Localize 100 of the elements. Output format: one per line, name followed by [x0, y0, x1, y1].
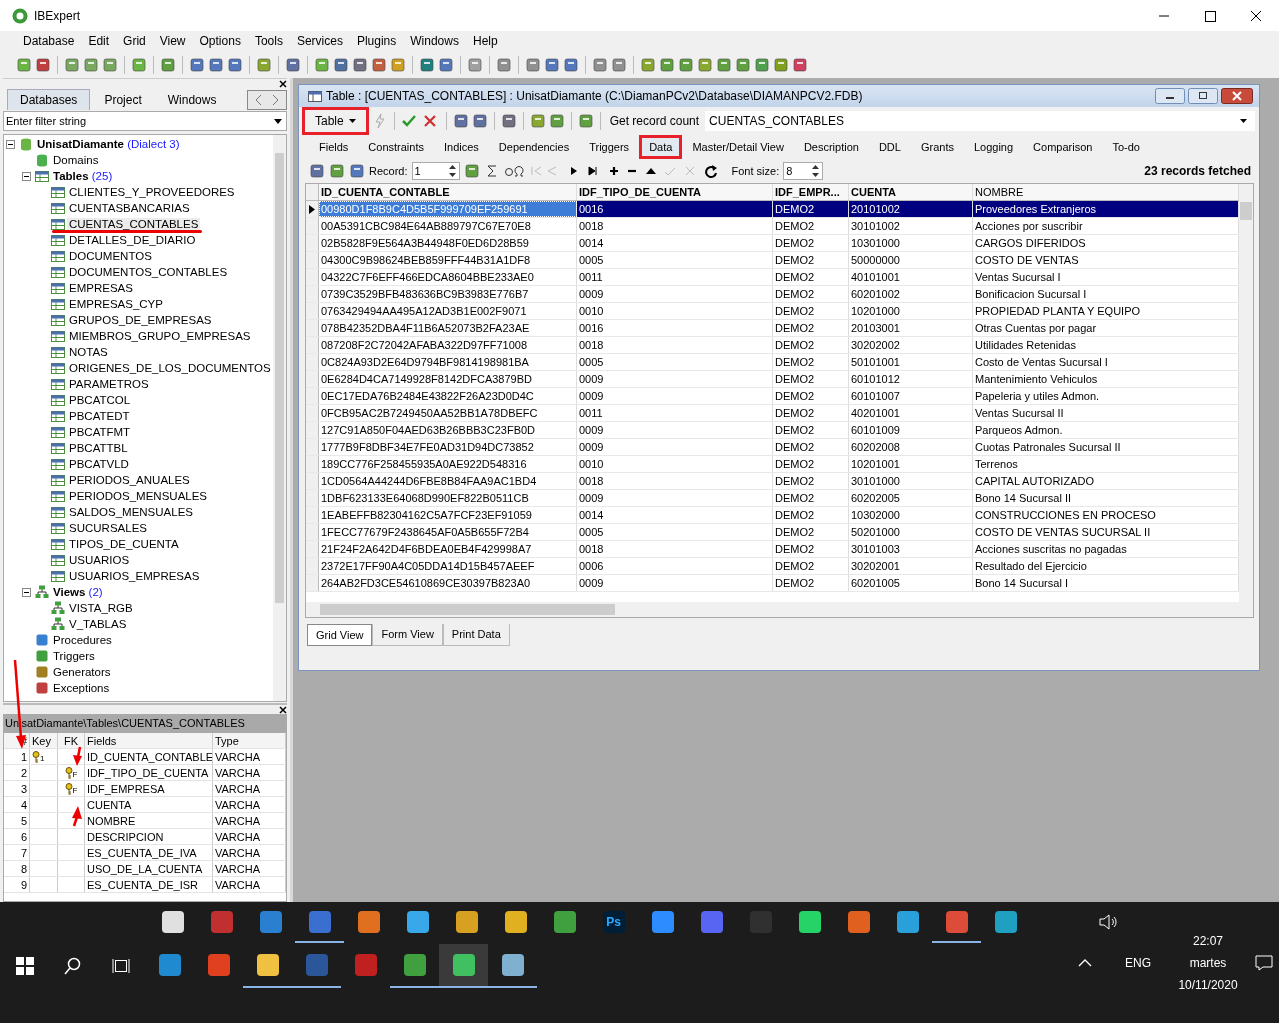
minimize-icon[interactable]	[1155, 88, 1185, 104]
tree-item[interactable]: Domains	[51, 154, 101, 166]
table-row[interactable]: 21F24F2A642D4F6BDEA0EB4F429998A7 0018 DEMO2 30101003 Acciones suscritas no pagadas	[306, 541, 1239, 558]
tab[interactable]: Triggers	[579, 135, 640, 159]
restore-icon[interactable]	[1188, 88, 1218, 104]
tree-item[interactable]: DETALLES_DE_DIARIO	[67, 234, 198, 246]
panel-tab[interactable]: Windows	[155, 90, 229, 110]
table-row[interactable]: 0C824A93D2E64D9794BF9814198981BA 0005 DEMO2 50101001 Costo de Ventas Sucursal I	[306, 354, 1239, 371]
spinner-icon[interactable]	[811, 163, 821, 179]
table-row[interactable]: 02B5828F9E564A3B44948F0ED6D28B59 0014 DEMO2 10301000 CARGOS DIFERIDOS	[306, 235, 1239, 252]
clock[interactable]: 22:07 martes 10/11/2020	[1173, 934, 1243, 992]
tree-item[interactable]: EMPRESAS_CYP	[67, 298, 165, 310]
column-header[interactable]: CUENTA	[849, 184, 973, 200]
tree-item[interactable]: PERIODOS_ANUALES	[67, 474, 192, 486]
table-row[interactable]: 189CC776F258455935A0AE922D548316 0010 DEMO2 10201001 Terrenos	[306, 456, 1239, 473]
column-header[interactable]: Fields	[85, 733, 213, 748]
menu-item[interactable]: Edit	[81, 34, 117, 48]
scrollbar[interactable]	[1239, 184, 1253, 617]
scrollbar[interactable]	[306, 602, 1239, 617]
tab[interactable]: DDL	[868, 135, 911, 159]
tree-item[interactable]: USUARIOS	[67, 554, 132, 566]
tree-item[interactable]: EMPRESAS	[67, 282, 135, 294]
menu-item[interactable]: Database	[16, 34, 82, 48]
column-header[interactable]: IDF_EMPR...	[773, 184, 849, 200]
tree-item[interactable]: PBCATFMT	[67, 426, 133, 438]
dropdown-icon[interactable]	[274, 119, 282, 124]
column-header[interactable]: ID_CUENTA_CONTABLE	[319, 184, 577, 200]
column-header[interactable]: Key	[30, 733, 58, 748]
tree-item[interactable]: PBCATEDT	[67, 410, 132, 422]
menu-item[interactable]: Options	[192, 34, 248, 48]
table-row[interactable]: 0739C3529BFB483636BC9B3983E776B7 0009 DEMO2 60201002 Bonificacion Sucursal I	[306, 286, 1239, 303]
tab[interactable]: Constraints	[358, 135, 434, 159]
tree-item[interactable]: SALDOS_MENSUALES	[67, 506, 195, 518]
table-row[interactable]: 078B42352DBA4F11B6A52073B2FA23AE 0016 DEMO2 20103001 Otras Cuentas por pagar	[306, 320, 1239, 337]
filter-field[interactable]: Enter filter string	[3, 111, 287, 131]
dropdown-icon[interactable]	[1240, 119, 1247, 123]
tree-item[interactable]: ORIGENES_DE_LOS_DOCUMENTOS	[67, 362, 273, 374]
tree-item[interactable]: TIPOS_DE_CUENTA	[67, 538, 181, 550]
language-indicator[interactable]: ENG	[1125, 956, 1151, 970]
table-row[interactable]: 0E6284D4CA7149928F8142DFCA3879BD 0009 DEMO2 60101012 Mantenimiento Vehiculos	[306, 371, 1239, 388]
notification-icon[interactable]	[1255, 955, 1273, 971]
tree-item[interactable]: Views (2)	[51, 586, 105, 598]
tree-item[interactable]: DOCUMENTOS_CONTABLES	[67, 266, 230, 278]
tab[interactable]: Comparison	[1023, 135, 1103, 159]
tree-item[interactable]: SUCURSALES	[67, 522, 149, 534]
tree-item[interactable]: Triggers	[51, 650, 97, 662]
tab[interactable]: Description	[793, 135, 869, 159]
menu-item[interactable]: View	[152, 34, 193, 48]
tab[interactable]: Master/Detail View	[682, 135, 794, 159]
tree-item[interactable]: PBCATCOL	[67, 394, 133, 406]
search-icon[interactable]	[64, 957, 82, 975]
menu-item[interactable]: Help	[465, 34, 505, 48]
table-row[interactable]: 0FCB95AC2B7249450AA52BB1A78DBEFC 0011 DEMO2 40201001 Ventas Sucursal II	[306, 405, 1239, 422]
tree-item[interactable]: NOTAS	[67, 346, 110, 358]
tab[interactable]: To-do	[1102, 135, 1150, 159]
arrows-icon[interactable]	[247, 90, 287, 110]
tree-item[interactable]: V_TABLAS	[67, 618, 129, 630]
table-row[interactable]: 0763429494AA495A12AD3B1E002F9071 0010 DEMO2 10201000 PROPIEDAD PLANTA Y EQUIPO	[306, 303, 1239, 320]
table-row[interactable]: 2372E17FF90A4C05DDA14D15B457AEEF 0006 DEMO2 30202001 Resultado del Ejercicio	[306, 558, 1239, 575]
panel-tab[interactable]: Project	[92, 90, 154, 110]
table-row[interactable]: 1777B9F8DBF34E7FE0AD31D94DC73852 0009 DEMO2 60202008 Cuotas Patronales Sucursal II	[306, 439, 1239, 456]
table-row[interactable]: 00A5391CBC984E64AB889797C67E70E8 0018 DEMO2 30101002 Acciones por suscribir	[306, 218, 1239, 235]
panel-tab[interactable]: Databases	[7, 89, 91, 110]
tab[interactable]: Fields	[309, 135, 359, 159]
menu-item[interactable]: Grid	[116, 34, 153, 48]
menu-item[interactable]: Windows	[403, 34, 466, 48]
tree-item[interactable]: USUARIOS_EMPRESAS	[67, 570, 202, 582]
column-header[interactable]: FK	[58, 733, 85, 748]
menu-item[interactable]: Services	[289, 34, 350, 48]
font-size-field[interactable]: 8	[783, 162, 824, 180]
tree-item[interactable]: VISTA_RGB	[67, 602, 135, 614]
windows-logo-icon[interactable]	[16, 957, 34, 975]
tab[interactable]: Logging	[963, 135, 1024, 159]
menu-item[interactable]: Tools	[247, 34, 290, 48]
close-icon[interactable]	[1221, 88, 1253, 104]
tree-item[interactable]: MIEMBROS_GRUPO_EMPRESAS	[67, 330, 253, 342]
table-row[interactable]: 00980D1F8B9C4D5B5F999709EF259691 0016 DEMO2 20101002 Proveedores Extranjeros	[306, 201, 1239, 218]
table-row[interactable]: 0EC17EDA76B2484E43822F26A23D0D4C 0009 DEMO2 60101007 Papeleria y utiles Admon.	[306, 388, 1239, 405]
table-row[interactable]: 127C91A850F04AED63B26BBB3C23FB0D 0009 DEMO2 60101009 Parqueos Admon.	[306, 422, 1239, 439]
close-icon[interactable]	[279, 705, 287, 714]
tree-item[interactable]: PBCATTBL	[67, 442, 130, 454]
view-tab[interactable]: Print Data	[442, 624, 510, 646]
table-row[interactable]: 1FECC77679F2438645AF0A5B655F72B4 0005 DEMO2 50201000 COSTO DE VENTAS SUCURSAL II	[306, 524, 1239, 541]
tree-item[interactable]: GRUPOS_DE_EMPRESAS	[67, 314, 214, 326]
dropdown-icon[interactable]	[348, 119, 356, 123]
menu-item[interactable]: Plugins	[349, 34, 404, 48]
tree-item[interactable]: CLIENTES_Y_PROVEEDORES	[67, 186, 237, 198]
tab[interactable]: Data	[639, 135, 683, 159]
tab[interactable]: Grants	[910, 135, 964, 159]
tree-item[interactable]: Procedures	[51, 634, 114, 646]
tree-item[interactable]: Tables (25)	[51, 170, 115, 182]
close-icon[interactable]	[279, 79, 287, 88]
task-view-icon[interactable]	[112, 957, 130, 975]
column-header[interactable]: IDF_TIPO_DE_CUENTA	[577, 184, 773, 200]
collapse-icon[interactable]	[22, 171, 31, 181]
tree-item[interactable]: PARAMETROS	[67, 378, 151, 390]
table-row[interactable]: 04300C9B98624BEB859FFF44B31A1DF8 0005 DEMO2 50000000 COSTO DE VENTAS	[306, 252, 1239, 269]
tree-item[interactable]: DOCUMENTOS	[67, 250, 154, 262]
volume-icon[interactable]	[1099, 914, 1119, 930]
app-icon[interactable]	[439, 944, 488, 988]
